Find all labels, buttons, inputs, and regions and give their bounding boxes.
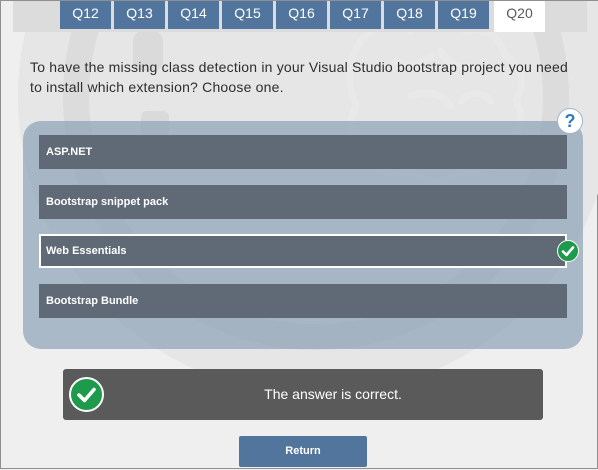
checkmark-icon bbox=[561, 246, 575, 257]
option-web-essentials[interactable]: Web Essentials bbox=[39, 234, 567, 268]
tab-q19[interactable]: Q19 bbox=[438, 1, 489, 29]
selected-correct-icon bbox=[557, 240, 579, 262]
return-button[interactable]: Return bbox=[239, 436, 367, 467]
tab-q14[interactable]: Q14 bbox=[168, 1, 219, 29]
question-text: To have the missing class detection in y… bbox=[30, 59, 568, 95]
success-badge bbox=[69, 377, 104, 412]
result-banner: The answer is correct. bbox=[63, 369, 543, 420]
checkmark-icon bbox=[77, 387, 96, 403]
question-mark-icon: ? bbox=[564, 111, 576, 131]
help-button[interactable]: ? bbox=[557, 108, 583, 134]
result-message: The answer is correct. bbox=[264, 386, 402, 402]
tab-q20[interactable]: Q20 bbox=[494, 1, 545, 32]
option-bootstrap-snippet-pack[interactable]: Bootstrap snippet pack bbox=[39, 185, 567, 219]
tab-q15[interactable]: Q15 bbox=[222, 1, 273, 29]
tab-q12[interactable]: Q12 bbox=[60, 1, 111, 29]
tab-q17[interactable]: Q17 bbox=[330, 1, 381, 29]
option-bootstrap-bundle[interactable]: Bootstrap Bundle bbox=[39, 284, 567, 318]
question-tab-bar: Q12 Q13 Q14 Q15 Q16 Q17 Q18 Q19 Q20 bbox=[13, 1, 587, 32]
tab-q13[interactable]: Q13 bbox=[114, 1, 165, 29]
tab-q16[interactable]: Q16 bbox=[276, 1, 327, 29]
tab-q18[interactable]: Q18 bbox=[384, 1, 435, 29]
option-asp-net[interactable]: ASP.NET bbox=[39, 135, 567, 169]
